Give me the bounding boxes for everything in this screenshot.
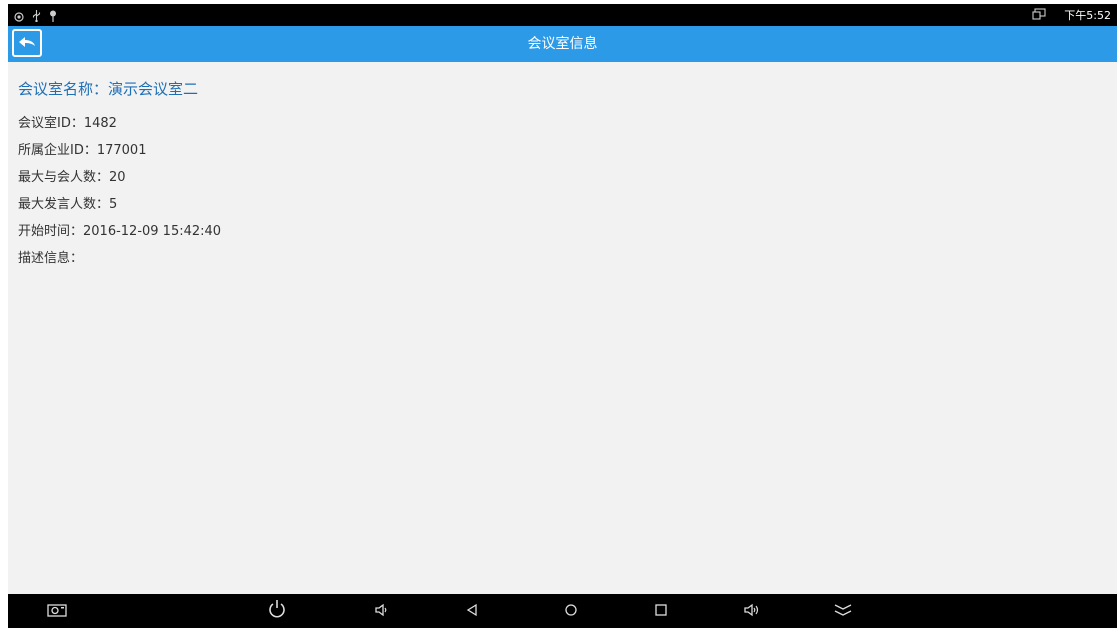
nav-back-button[interactable]	[455, 598, 489, 624]
company-id-row: 所属企业ID：177001	[18, 143, 147, 158]
screen-left-border	[0, 0, 8, 628]
power-icon	[267, 599, 287, 623]
max-attendees-row: 最大与会人数：20	[18, 170, 126, 185]
room-id-row: 会议室ID：1482	[18, 116, 117, 131]
max-speakers-row: 最大发言人数：5	[18, 197, 118, 212]
usb-icon	[32, 7, 41, 26]
home-button[interactable]	[554, 598, 588, 624]
pin-icon	[49, 7, 57, 26]
recents-icon	[654, 602, 668, 621]
start-time-row: 开始时间：2016-12-09 15:42:40	[18, 224, 222, 239]
home-icon	[564, 602, 578, 621]
back-arrow-icon	[17, 34, 37, 53]
power-button[interactable]	[260, 598, 294, 624]
volume-down-button[interactable]	[364, 598, 398, 624]
app-bar: 会议室信息	[8, 26, 1117, 62]
status-icons-left	[14, 7, 57, 26]
volume-down-icon	[374, 602, 388, 621]
status-icons-right: 下午5:52	[1032, 6, 1111, 25]
eye-icon	[14, 7, 24, 26]
collapse-icon	[833, 602, 853, 621]
screenshot-icon	[47, 602, 67, 621]
status-time: 下午5:52	[1064, 8, 1111, 22]
screenshot-button[interactable]	[40, 598, 74, 624]
description-row: 描述信息：	[18, 251, 84, 266]
page-title: 会议室信息	[527, 36, 598, 52]
room-name-heading: 会议室名称：演示会议室二	[18, 80, 199, 98]
room-info-panel: 会议室名称：演示会议室二 会议室ID：1482 所属企业ID：177001 最大…	[8, 62, 1117, 594]
back-button[interactable]	[12, 29, 42, 57]
room-info-list: 会议室ID：1482 所属企业ID：177001 最大与会人数：20 最大发言人…	[18, 115, 221, 277]
volume-up-icon	[743, 602, 761, 621]
collapse-button[interactable]	[826, 598, 860, 624]
volume-up-button[interactable]	[735, 598, 769, 624]
back-icon	[465, 602, 479, 621]
screen-cast-icon	[1032, 6, 1046, 25]
status-bar: 下午5:52	[8, 4, 1117, 26]
recents-button[interactable]	[644, 598, 678, 624]
navigation-bar	[8, 594, 1117, 628]
